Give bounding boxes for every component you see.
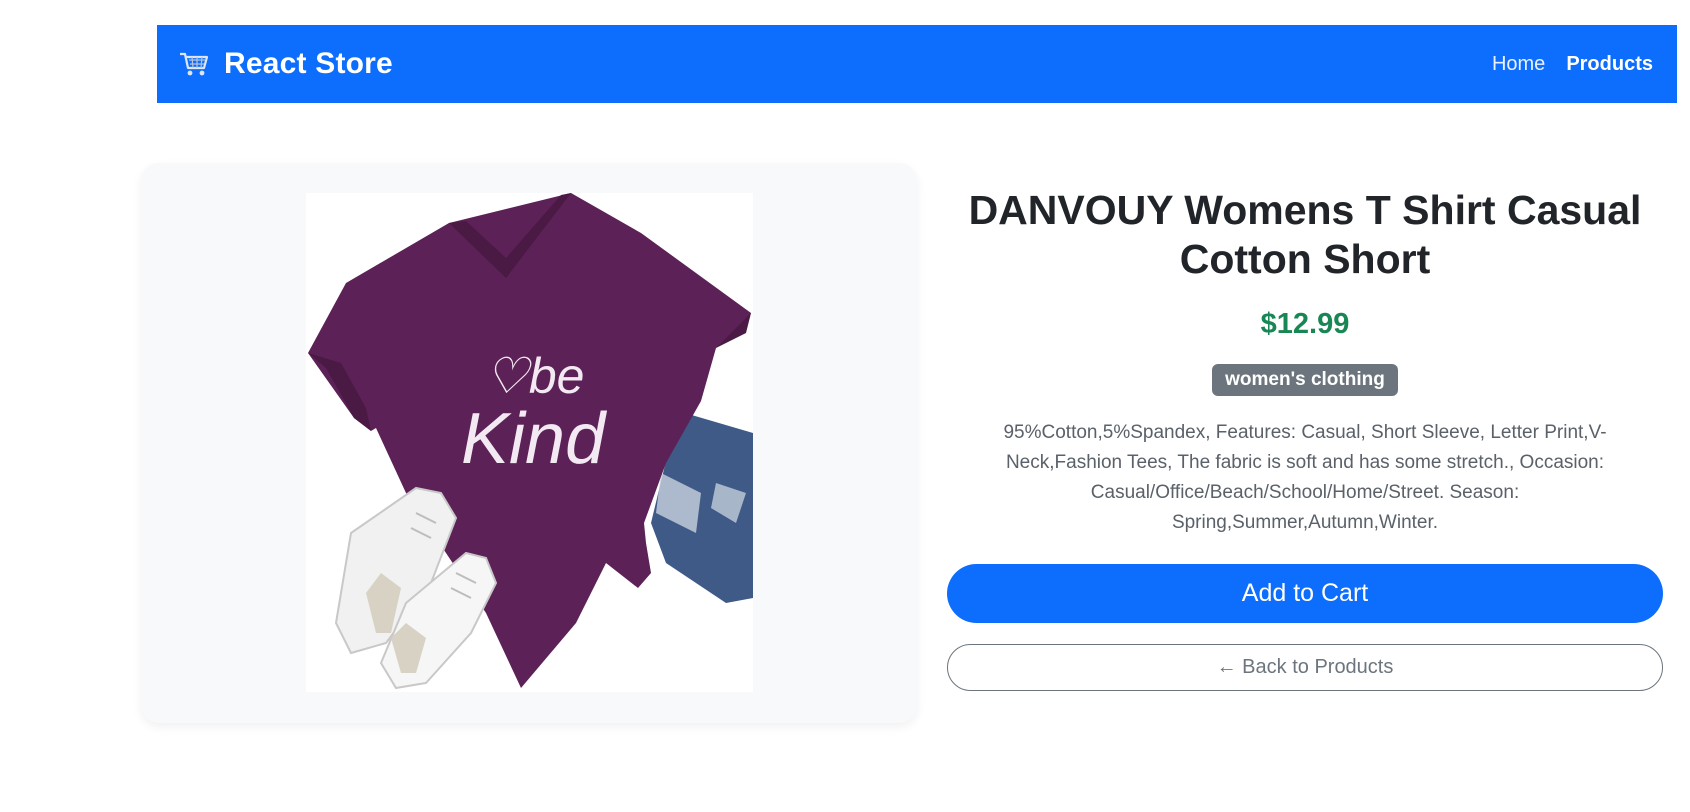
shirt-print-line1: ♡be bbox=[484, 348, 584, 404]
product-photo: ♡be Kind bbox=[306, 193, 753, 692]
product-image-card: ♡be Kind bbox=[141, 163, 917, 723]
nav-links: Home Products bbox=[1492, 53, 1653, 76]
product-price: $12.99 bbox=[1260, 308, 1350, 340]
shirt-print-line2: Kind bbox=[461, 399, 607, 479]
navbar: React Store Home Products bbox=[157, 25, 1677, 103]
shopping-cart-icon bbox=[178, 50, 210, 78]
brand-name: React Store bbox=[224, 47, 393, 80]
back-to-products-button[interactable]: ← Back to Products bbox=[947, 644, 1663, 691]
add-to-cart-button[interactable]: Add to Cart bbox=[947, 564, 1663, 623]
nav-link-products[interactable]: Products bbox=[1566, 53, 1653, 76]
brand-link[interactable]: React Store bbox=[178, 47, 393, 81]
product-title: DANVOUY Womens T Shirt Casual Cotton Sho… bbox=[968, 187, 1642, 282]
nav-link-home[interactable]: Home bbox=[1492, 53, 1545, 76]
product-description: 95%Cotton,5%Spandex, Features: Casual, S… bbox=[1003, 422, 1607, 533]
category-badge: women's clothing bbox=[1212, 364, 1398, 396]
product-image: ♡be Kind bbox=[306, 193, 753, 692]
product-details: DANVOUY Womens T Shirt Casual Cotton Sho… bbox=[947, 180, 1663, 691]
